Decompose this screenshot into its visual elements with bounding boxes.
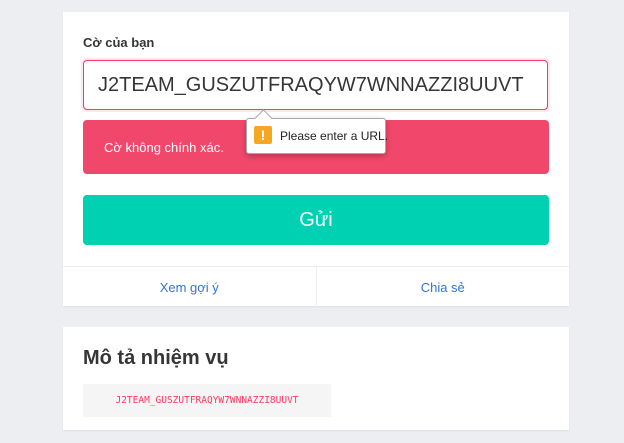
submit-button[interactable]: Gửi bbox=[83, 195, 549, 245]
tooltip-text: Please enter a URL. bbox=[280, 129, 389, 143]
validation-tooltip: ! Please enter a URL. bbox=[246, 109, 389, 154]
task-description-card: Mô tả nhiệm vụ J2TEAM_GUSZUTFRAQYW7WNNAZ… bbox=[63, 327, 569, 430]
flag-submit-card: Cờ của bạn Cờ không chính xác. Gửi Xem g… bbox=[63, 12, 569, 307]
flag-code-block: J2TEAM_GUSZUTFRAQYW7WNNAZZI8UUVT bbox=[83, 384, 331, 417]
flag-input[interactable] bbox=[83, 60, 548, 110]
card-footer: Xem gợi ý Chia sẻ bbox=[63, 266, 569, 307]
error-message: Cờ không chính xác. bbox=[104, 140, 224, 155]
view-hint-link[interactable]: Xem gợi ý bbox=[63, 267, 316, 307]
flag-field-label: Cờ của bạn bbox=[83, 35, 155, 50]
flag-code-text: J2TEAM_GUSZUTFRAQYW7WNNAZZI8UUVT bbox=[115, 395, 299, 406]
description-title: Mô tả nhiệm vụ bbox=[83, 347, 229, 369]
share-link[interactable]: Chia sẻ bbox=[315, 267, 570, 307]
warning-icon: ! bbox=[254, 126, 272, 144]
